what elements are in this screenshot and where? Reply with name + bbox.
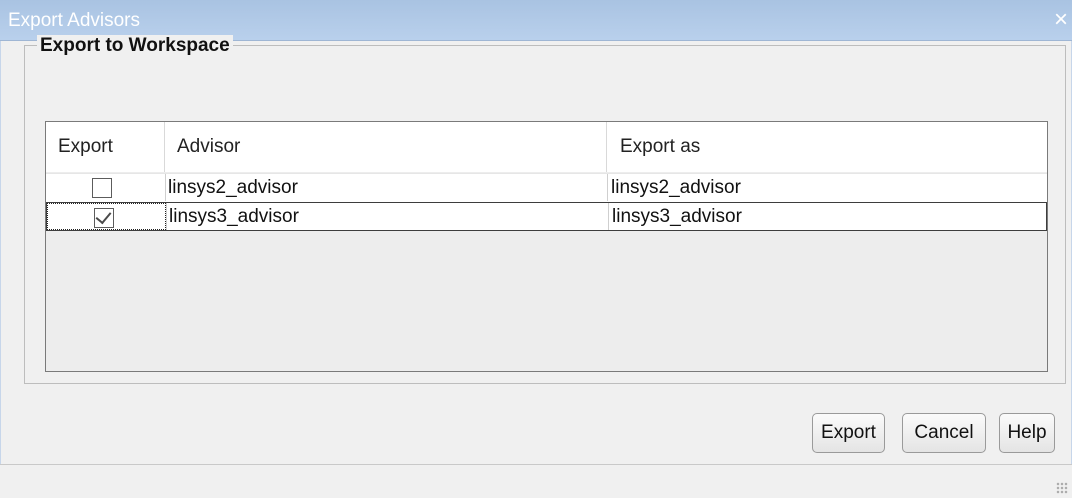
checkmark-icon [95, 207, 112, 225]
advisors-table: Export Advisor Export as linsys2_advisor… [45, 121, 1048, 372]
export-checkbox[interactable] [92, 178, 112, 198]
export-button[interactable]: Export [812, 413, 885, 453]
help-button[interactable]: Help [999, 413, 1055, 453]
column-header-export[interactable]: Export [46, 122, 165, 172]
close-icon[interactable]: × [1054, 6, 1068, 34]
column-header-advisor[interactable]: Advisor [165, 122, 607, 172]
window-title: Export Advisors [8, 10, 140, 31]
export-cell[interactable] [47, 203, 166, 230]
cancel-button[interactable]: Cancel [902, 413, 986, 453]
export-cell[interactable] [46, 174, 165, 201]
status-bar [0, 464, 1072, 498]
table-row[interactable]: linsys2_advisor linsys2_advisor [46, 173, 1047, 202]
column-header-export-as[interactable]: Export as [607, 122, 1049, 172]
export-checkbox[interactable] [94, 207, 114, 228]
group-label: Export to Workspace [37, 35, 233, 57]
advisor-cell[interactable]: linsys3_advisor [166, 203, 608, 230]
export-as-cell[interactable]: linsys3_advisor [608, 203, 1048, 230]
export-as-cell[interactable]: linsys2_advisor [607, 174, 1047, 201]
advisor-cell[interactable]: linsys2_advisor [165, 174, 607, 201]
resize-grip-icon[interactable] [1056, 482, 1068, 494]
table-row[interactable]: linsys3_advisor linsys3_advisor [46, 202, 1047, 231]
table-header: Export Advisor Export as [46, 122, 1047, 172]
